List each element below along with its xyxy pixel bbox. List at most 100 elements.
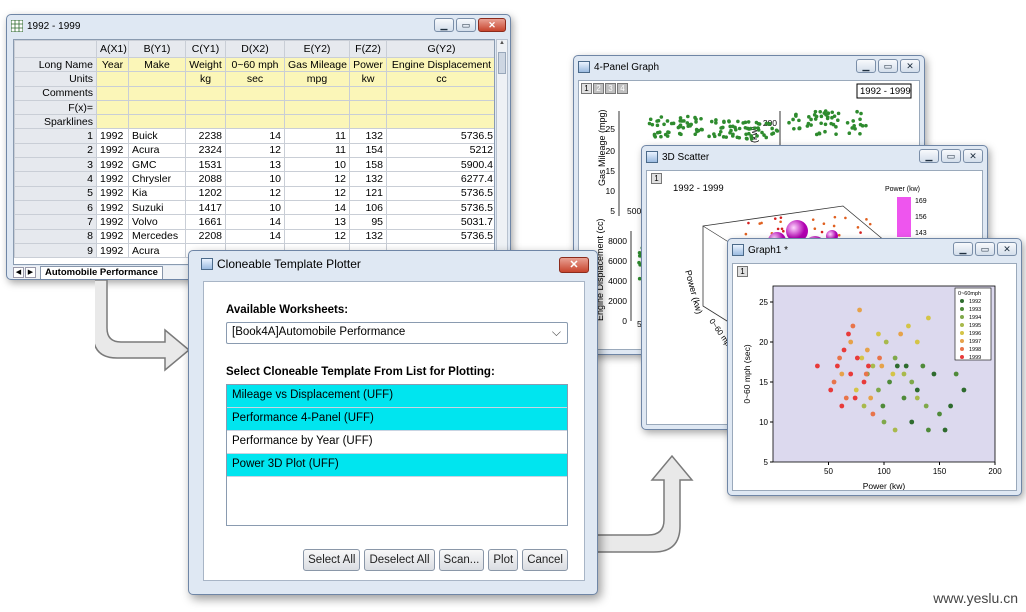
- row-label[interactable]: F(x)=: [14, 99, 97, 116]
- meta-cell[interactable]: Make: [128, 56, 186, 73]
- minimize-button[interactable]: ▁: [434, 18, 454, 32]
- row-label[interactable]: Long Name: [14, 56, 97, 73]
- dialog-titlebar[interactable]: Cloneable Template Plotter: [189, 251, 597, 277]
- data-cell[interactable]: 154: [349, 142, 387, 159]
- row-label[interactable]: Sparklines: [14, 114, 97, 130]
- data-cell[interactable]: 10: [225, 171, 285, 187]
- data-cell[interactable]: 132: [349, 228, 387, 244]
- data-cell[interactable]: 14: [225, 128, 285, 144]
- data-cell[interactable]: Chrysler: [128, 171, 186, 187]
- data-cell[interactable]: 11: [284, 142, 350, 159]
- graph1-canvas[interactable]: 1 50 100 150 200 5 10 15 20 25 Power (kw) 0~60 m…: [732, 263, 1017, 491]
- chevron-down-icon[interactable]: ⌵: [552, 325, 561, 340]
- data-cell[interactable]: Acura: [128, 142, 186, 159]
- data-cell[interactable]: 14: [225, 214, 285, 230]
- maximize-button[interactable]: ▭: [975, 242, 995, 256]
- row-number[interactable]: 1: [14, 128, 97, 144]
- row-number[interactable]: 2: [14, 142, 97, 159]
- data-cell[interactable]: 1992: [96, 171, 129, 187]
- minimize-button[interactable]: ▁: [856, 59, 876, 73]
- data-cell[interactable]: 1202: [185, 185, 226, 201]
- data-cell[interactable]: 95: [349, 214, 387, 230]
- meta-cell[interactable]: [128, 85, 186, 101]
- data-cell[interactable]: 5736.5: [386, 199, 494, 216]
- data-cell[interactable]: 5736.5: [386, 185, 494, 201]
- minimize-button[interactable]: ▁: [953, 242, 973, 256]
- data-cell[interactable]: 1992: [96, 128, 129, 144]
- meta-cell[interactable]: [386, 99, 494, 116]
- data-cell[interactable]: 13: [284, 214, 350, 230]
- data-cell[interactable]: 12: [284, 185, 350, 201]
- cancel-button[interactable]: Cancel: [522, 549, 568, 571]
- data-cell[interactable]: 2324: [185, 142, 226, 159]
- meta-cell[interactable]: Weight: [185, 56, 226, 73]
- meta-cell[interactable]: [386, 114, 494, 130]
- row-label[interactable]: Units: [14, 71, 97, 87]
- data-cell[interactable]: 11: [284, 128, 350, 144]
- meta-cell[interactable]: [349, 114, 387, 130]
- row-number[interactable]: 7: [14, 214, 97, 230]
- data-cell[interactable]: Mercedes: [128, 228, 186, 244]
- data-cell[interactable]: Buick: [128, 128, 186, 144]
- sheet-tab-automobile-performance[interactable]: Automobile Performance: [40, 266, 163, 279]
- data-cell[interactable]: 12: [284, 228, 350, 244]
- list-item[interactable]: Performance 4-Panel (UFF): [227, 408, 567, 431]
- data-cell[interactable]: 5212: [386, 142, 494, 159]
- scroll-thumb[interactable]: [498, 52, 506, 74]
- data-cell[interactable]: 5031.7: [386, 214, 494, 230]
- meta-cell[interactable]: 0~60 mph: [225, 56, 285, 73]
- data-cell[interactable]: 5736.5: [386, 128, 494, 144]
- column-header[interactable]: E(Y2): [284, 40, 350, 58]
- meta-cell[interactable]: [128, 71, 186, 87]
- meta-cell[interactable]: [225, 99, 285, 116]
- meta-cell[interactable]: mpg: [284, 71, 350, 87]
- data-cell[interactable]: 132: [349, 171, 387, 187]
- worksheet-grid[interactable]: A(X1) B(Y1) C(Y1) D(X2) E(Y2) F(Z2) G(Y2) Long …: [13, 39, 495, 265]
- data-cell[interactable]: 5900.4: [386, 157, 494, 173]
- meta-cell[interactable]: [386, 85, 494, 101]
- meta-cell[interactable]: [284, 99, 350, 116]
- data-cell[interactable]: 1992: [96, 214, 129, 230]
- minimize-button[interactable]: ▁: [919, 149, 939, 163]
- meta-cell[interactable]: Year: [96, 56, 129, 73]
- data-cell[interactable]: Kia: [128, 185, 186, 201]
- data-cell[interactable]: Suzuki: [128, 199, 186, 216]
- select-all-button[interactable]: Select All: [303, 549, 361, 571]
- meta-cell[interactable]: Power: [349, 56, 387, 73]
- meta-cell[interactable]: [185, 85, 226, 101]
- worksheet-select[interactable]: [Book4A]Automobile Performance ⌵: [226, 322, 568, 344]
- data-cell[interactable]: 121: [349, 185, 387, 201]
- column-header[interactable]: G(Y2): [386, 40, 494, 58]
- data-cell[interactable]: 1992: [96, 157, 129, 173]
- meta-cell[interactable]: [284, 114, 350, 130]
- corner-cell[interactable]: [14, 40, 97, 58]
- meta-cell[interactable]: [225, 85, 285, 101]
- maximize-button[interactable]: ▭: [456, 18, 476, 32]
- column-header[interactable]: C(Y1): [185, 40, 226, 58]
- data-cell[interactable]: 12: [225, 185, 285, 201]
- data-cell[interactable]: 14: [225, 228, 285, 244]
- data-cell[interactable]: 1531: [185, 157, 226, 173]
- meta-cell[interactable]: [96, 99, 129, 116]
- data-cell[interactable]: 12: [225, 142, 285, 159]
- maximize-button[interactable]: ▭: [878, 59, 898, 73]
- close-button[interactable]: ✕: [900, 59, 920, 73]
- meta-cell[interactable]: [128, 99, 186, 116]
- meta-cell[interactable]: kw: [349, 71, 387, 87]
- row-number[interactable]: 3: [14, 157, 97, 173]
- meta-cell[interactable]: [185, 114, 226, 130]
- scan-button[interactable]: Scan...: [438, 549, 485, 571]
- meta-cell[interactable]: kg: [185, 71, 226, 87]
- data-cell[interactable]: 1417: [185, 199, 226, 216]
- tab-next-icon[interactable]: ▶: [25, 267, 36, 278]
- tab-prev-icon[interactable]: ◀: [13, 267, 24, 278]
- row-number[interactable]: 8: [14, 228, 97, 244]
- template-listbox[interactable]: Mileage vs Displacement (UFF) Performanc…: [226, 384, 568, 526]
- column-header[interactable]: D(X2): [225, 40, 285, 58]
- data-cell[interactable]: Volvo: [128, 214, 186, 230]
- data-cell[interactable]: 1992: [96, 242, 129, 259]
- meta-cell[interactable]: [349, 85, 387, 101]
- data-cell[interactable]: GMC: [128, 157, 186, 173]
- data-cell[interactable]: 1992: [96, 228, 129, 244]
- data-cell[interactable]: Acura: [128, 242, 186, 259]
